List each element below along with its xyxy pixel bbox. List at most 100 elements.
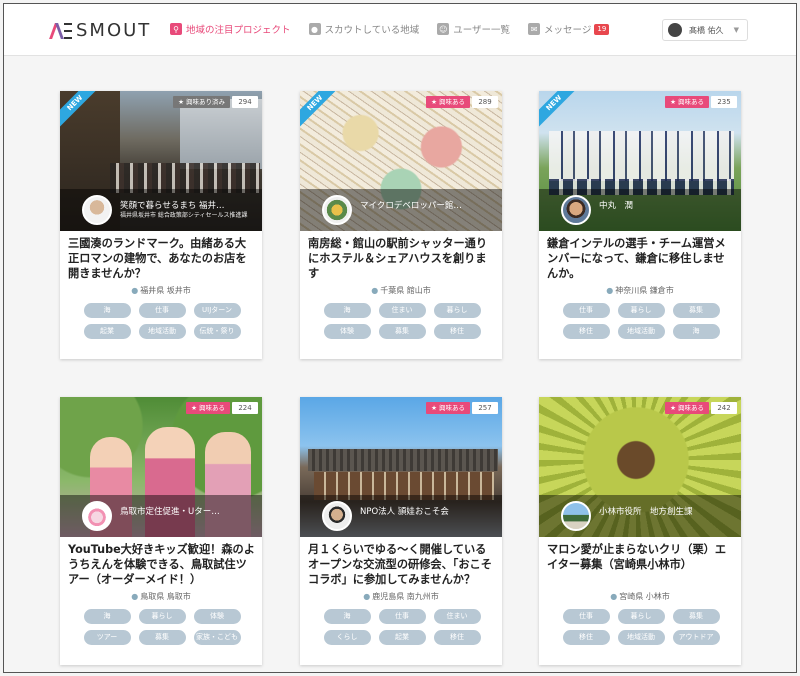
org-name[interactable]: 鳥取市定住促進・Uター… bbox=[120, 505, 255, 517]
tag[interactable]: 募集 bbox=[138, 630, 186, 645]
project-image: ★ 興味ある 257 NPO法人 頴娃おこそ会 bbox=[300, 397, 502, 537]
tag[interactable]: 体験 bbox=[193, 609, 241, 624]
org-name[interactable]: 中丸 潤 bbox=[599, 199, 734, 211]
project-card[interactable]: NEW ★ 興味ある 235 中丸 潤 鎌倉インテルの選手・チーム運営メンバーに… bbox=[539, 91, 741, 359]
project-title[interactable]: YouTube大好きキッズ歓迎！森のようちえんを体験できる、鳥取試住ツアー（オー… bbox=[68, 542, 256, 587]
org-avatar bbox=[561, 501, 591, 531]
project-title[interactable]: 三國湊のランドマーク。由緒ある大正ロマンの建物で、あなたのお店を開きませんか？ bbox=[68, 236, 256, 281]
tag[interactable]: 移住 bbox=[433, 324, 481, 339]
tag-list: 海 仕事 UIJターン 起業 地域活動 伝統・祭り bbox=[74, 303, 250, 345]
logo-text: SMOUT bbox=[76, 19, 152, 41]
tag[interactable]: 起業 bbox=[83, 324, 131, 339]
tag[interactable]: 家族・こども bbox=[193, 630, 241, 645]
tag[interactable]: 移住 bbox=[433, 630, 481, 645]
location-pin-icon: ● bbox=[610, 592, 618, 601]
project-card[interactable]: NEW ★ 興味ある 289 マイクロデベロッパー館… 南房総・館山の駅前シャッ… bbox=[300, 91, 502, 359]
tag[interactable]: 海 bbox=[323, 609, 371, 624]
tag[interactable]: 仕事 bbox=[562, 303, 610, 318]
location-text: 宮崎県 小林市 bbox=[619, 592, 670, 601]
org-name[interactable]: 小林市役所 地方創生課 bbox=[599, 505, 734, 517]
tag[interactable]: 海 bbox=[672, 324, 720, 339]
interest-count: 242 bbox=[711, 402, 737, 414]
tag[interactable]: 暮らし bbox=[617, 303, 665, 318]
project-image: ★ 興味ある 224 鳥取市定住促進・Uター… bbox=[60, 397, 262, 537]
interest-count: 257 bbox=[472, 402, 498, 414]
interest-button[interactable]: ★ 興味あり済み bbox=[173, 96, 230, 108]
location-pin-icon: ● bbox=[371, 286, 379, 295]
nav-messages[interactable]: ✉ メッセージ 19 bbox=[528, 22, 610, 36]
tag[interactable]: くらし bbox=[323, 630, 371, 645]
interest-button[interactable]: ★ 興味ある bbox=[665, 96, 709, 108]
tag[interactable]: 地域活動 bbox=[617, 630, 665, 645]
project-location: ● 千葉県 館山市 bbox=[300, 285, 502, 296]
org-name[interactable]: マイクロデベロッパー館… bbox=[360, 199, 495, 211]
project-title[interactable]: 南房総・館山の駅前シャッター通りにホステル＆シェアハウスを創ります bbox=[308, 236, 496, 281]
interest-button[interactable]: ★ 興味ある bbox=[665, 402, 709, 414]
tag[interactable]: 体験 bbox=[323, 324, 371, 339]
nav-label: メッセージ bbox=[544, 25, 592, 36]
message-count-badge: 19 bbox=[594, 23, 610, 35]
tag[interactable]: 起業 bbox=[378, 630, 426, 645]
org-name[interactable]: NPO法人 頴娃おこそ会 bbox=[360, 505, 495, 517]
tag[interactable]: 募集 bbox=[378, 324, 426, 339]
avatar bbox=[668, 23, 682, 37]
message-icon: ✉ bbox=[528, 23, 541, 35]
tag[interactable]: UIJターン bbox=[193, 303, 241, 318]
tag[interactable]: 地域活動 bbox=[138, 324, 186, 339]
location-text: 福井県 坂井市 bbox=[140, 286, 191, 295]
main-nav: ⚲ 地域の注目プロジェクト ● スカウトしている地域 ☺ ユーザー一覧 ✉ メッ… bbox=[170, 22, 627, 36]
nav-scouting-regions[interactable]: ● スカウトしている地域 bbox=[308, 22, 420, 36]
tag[interactable]: 仕事 bbox=[378, 609, 426, 624]
tag[interactable]: 地域活動 bbox=[617, 324, 665, 339]
interest-count: 235 bbox=[711, 96, 737, 108]
project-card[interactable]: ★ 興味ある 242 小林市役所 地方創生課 マロン愛が止まらないクリ（栗）エイ… bbox=[539, 397, 741, 665]
tag[interactable]: 仕事 bbox=[562, 609, 610, 624]
user-menu[interactable]: 髙橋 佑久 ▼ bbox=[662, 19, 748, 41]
location-text: 千葉県 館山市 bbox=[380, 286, 431, 295]
nav-featured-projects[interactable]: ⚲ 地域の注目プロジェクト bbox=[170, 22, 291, 36]
tag-list: 海 住まい 暮らし 体験 募集 移住 bbox=[314, 303, 490, 345]
pin-icon: ● bbox=[308, 23, 321, 35]
interest-button[interactable]: ★ 興味ある bbox=[186, 402, 230, 414]
tag[interactable]: 暮らし bbox=[138, 609, 186, 624]
tag[interactable]: 仕事 bbox=[138, 303, 186, 318]
nav-user-list[interactable]: ☺ ユーザー一覧 bbox=[437, 22, 510, 36]
tag[interactable]: 住まい bbox=[433, 609, 481, 624]
interest-count: 289 bbox=[472, 96, 498, 108]
interest-button[interactable]: ★ 興味ある bbox=[426, 402, 470, 414]
org-avatar bbox=[561, 195, 591, 225]
tag[interactable]: 伝統・祭り bbox=[193, 324, 241, 339]
tag[interactable]: 暮らし bbox=[617, 609, 665, 624]
search-icon: ⚲ bbox=[170, 23, 182, 35]
tag[interactable]: 募集 bbox=[672, 609, 720, 624]
nav-label: スカウトしている地域 bbox=[324, 25, 420, 36]
tag[interactable]: 海 bbox=[323, 303, 371, 318]
org-department: 福井県坂井市 総合政策部シティセールス推進課 bbox=[120, 212, 248, 219]
location-pin-icon: ● bbox=[131, 592, 139, 601]
project-location: ● 鳥取県 鳥取市 bbox=[60, 591, 262, 602]
smout-logo[interactable]: SMOUT bbox=[49, 19, 152, 41]
tag[interactable]: 海 bbox=[83, 303, 131, 318]
user-name: 髙橋 佑久 bbox=[689, 25, 724, 35]
tag[interactable]: アウトドア bbox=[672, 630, 720, 645]
project-card[interactable]: ★ 興味ある 224 鳥取市定住促進・Uター… YouTube大好きキッズ歓迎！… bbox=[60, 397, 262, 665]
tag[interactable]: 移住 bbox=[562, 324, 610, 339]
tag[interactable]: 住まい bbox=[378, 303, 426, 318]
tag-list: 仕事 暮らし 募集 移住 地域活動 アウトドア bbox=[553, 609, 729, 651]
tag[interactable]: 移住 bbox=[562, 630, 610, 645]
tag[interactable]: 海 bbox=[83, 609, 131, 624]
chevron-down-icon: ▼ bbox=[733, 26, 739, 34]
project-title[interactable]: 月１くらいでゆる〜く開催しているオープンな交流型の研修会、「おこそコラボ」に参加… bbox=[308, 542, 496, 587]
interest-button[interactable]: ★ 興味ある bbox=[426, 96, 470, 108]
tag-list: 海 仕事 住まい くらし 起業 移住 bbox=[314, 609, 490, 651]
project-card[interactable]: ★ 興味ある 257 NPO法人 頴娃おこそ会 月１くらいでゆる〜く開催している… bbox=[300, 397, 502, 665]
project-card[interactable]: NEW ★ 興味あり済み 294 笑顔で暮らせるまち 福井… 福井県坂井市 総合… bbox=[60, 91, 262, 359]
org-avatar bbox=[322, 195, 352, 225]
org-name[interactable]: 笑顔で暮らせるまち 福井… bbox=[120, 199, 255, 211]
project-title[interactable]: 鎌倉インテルの選手・チーム運営メンバーになって、鎌倉に移住しませんか。 bbox=[547, 236, 735, 281]
tag[interactable]: ツアー bbox=[83, 630, 131, 645]
tag[interactable]: 暮らし bbox=[433, 303, 481, 318]
tag[interactable]: 募集 bbox=[672, 303, 720, 318]
location-text: 鹿児島県 南九州市 bbox=[372, 592, 439, 601]
project-title[interactable]: マロン愛が止まらないクリ（栗）エイター募集（宮崎県小林市） bbox=[547, 542, 735, 572]
